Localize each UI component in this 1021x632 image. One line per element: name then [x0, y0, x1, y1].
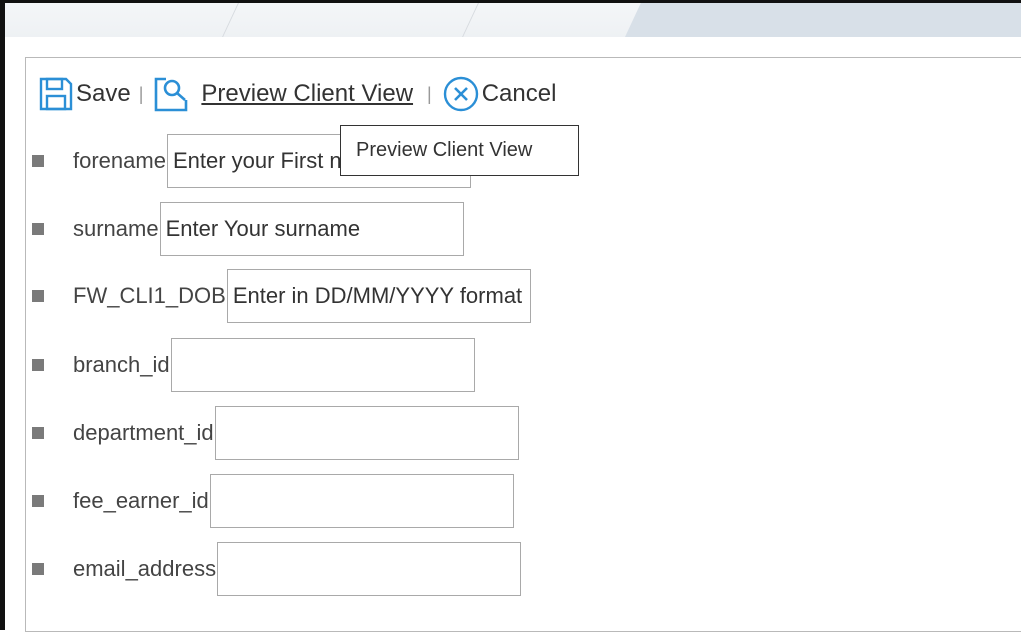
preview-tooltip: Preview Client View [340, 125, 579, 176]
tab-divider [222, 3, 240, 37]
toolbar-separator: | [138, 83, 144, 104]
form-row-fee-earner-id: fee_earner_id [32, 474, 514, 528]
tab-divider [462, 3, 480, 37]
save-icon [38, 76, 74, 112]
form-row-branch-id: branch_id [32, 338, 475, 392]
toolbar-separator: | [427, 83, 432, 104]
row-bullet [32, 495, 44, 507]
surname-label: surname [73, 216, 159, 241]
cancel-circle-icon [442, 75, 480, 113]
tab-strip [5, 3, 1021, 37]
row-bullet [32, 359, 44, 371]
email-address-input[interactable] [217, 542, 522, 596]
form-row-department-id: department_id [32, 406, 519, 460]
dob-input[interactable] [226, 269, 531, 323]
department-id-input[interactable] [214, 406, 519, 460]
tab-active[interactable] [625, 3, 1021, 37]
row-bullet [32, 563, 44, 575]
row-bullet [32, 223, 44, 235]
save-button[interactable]: Save [38, 76, 131, 112]
cancel-button[interactable]: Cancel [442, 75, 557, 113]
preview-client-view-link[interactable]: Preview Client View [201, 80, 413, 108]
dob-label: FW_CLI1_DOB [73, 283, 226, 308]
forename-label: forename [73, 148, 166, 173]
form-row-surname: surname [32, 202, 464, 256]
fee-earner-id-label: fee_earner_id [73, 488, 209, 513]
fee-earner-id-input[interactable] [209, 474, 514, 528]
email-address-label: email_address [73, 556, 217, 581]
preview-client-view-button[interactable]: Preview Client View [153, 75, 413, 113]
branch-id-input[interactable] [170, 338, 475, 392]
cancel-label: Cancel [481, 80, 557, 107]
toolbar: Save | Preview Client View | Cancel [38, 74, 556, 114]
department-id-label: department_id [73, 420, 214, 445]
preview-document-icon [153, 75, 189, 113]
form-row-email-address: email_address [32, 542, 522, 596]
form-row-dob: FW_CLI1_DOB [32, 269, 531, 323]
row-bullet [32, 427, 44, 439]
save-label: Save [76, 80, 131, 107]
branch-id-label: branch_id [73, 352, 170, 377]
surname-input[interactable] [159, 202, 464, 256]
row-bullet [32, 290, 44, 302]
row-bullet [32, 155, 44, 167]
